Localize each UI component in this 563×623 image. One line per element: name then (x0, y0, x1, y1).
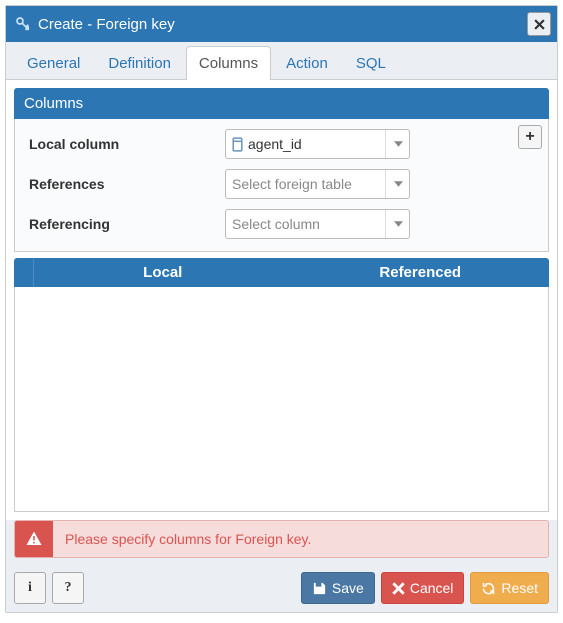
tabbar: General Definition Columns Action SQL (6, 42, 557, 80)
tab-columns[interactable]: Columns (186, 46, 271, 80)
save-icon (312, 581, 327, 596)
tab-action[interactable]: Action (273, 46, 341, 80)
foreign-key-icon (14, 15, 32, 33)
row-local-column: Local column agent_id (25, 129, 538, 159)
column-icon (232, 137, 243, 152)
reset-button[interactable]: Reset (470, 572, 549, 604)
columns-table-body (14, 287, 549, 512)
dialog-title: Create - Foreign key (38, 16, 527, 33)
error-message: Please specify columns for Foreign key. (53, 521, 323, 557)
label-referencing: Referencing (25, 216, 225, 232)
col-header-local: Local (34, 258, 292, 287)
help-button[interactable]: ? (52, 572, 84, 604)
error-alert: Please specify columns for Foreign key. (14, 520, 549, 558)
select-local-column[interactable]: agent_id (225, 129, 410, 159)
save-label: Save (332, 580, 364, 596)
chevron-down-icon (385, 210, 403, 238)
reset-label: Reset (501, 580, 538, 596)
reset-icon (481, 581, 496, 596)
dialog-window: Create - Foreign key General Definition … (5, 5, 558, 613)
tab-sql[interactable]: SQL (343, 46, 399, 80)
titlebar: Create - Foreign key (6, 6, 557, 42)
cancel-label: Cancel (410, 580, 454, 596)
select-references-placeholder: Select foreign table (232, 176, 381, 192)
dialog-footer: i ? Save Cancel Reset (6, 564, 557, 612)
chevron-down-icon (385, 170, 403, 198)
section-header: Columns (14, 88, 549, 119)
tab-general[interactable]: General (14, 46, 93, 80)
select-referencing[interactable]: Select column (225, 209, 410, 239)
tab-definition[interactable]: Definition (95, 46, 184, 80)
save-button[interactable]: Save (301, 572, 375, 604)
row-referencing: Referencing Select column (25, 209, 538, 239)
section-body: + Local column agent_id References Selec… (14, 119, 549, 252)
add-column-button[interactable]: + (518, 125, 542, 149)
label-local-column: Local column (25, 136, 225, 152)
label-references: References (25, 176, 225, 192)
cancel-button[interactable]: Cancel (381, 572, 465, 604)
content-area: Columns + Local column agent_id Referenc… (6, 80, 557, 520)
warning-icon (15, 521, 53, 557)
info-button[interactable]: i (14, 572, 46, 604)
select-referencing-placeholder: Select column (232, 216, 381, 232)
row-references: References Select foreign table (25, 169, 538, 199)
cancel-icon (392, 582, 405, 595)
chevron-down-icon (385, 130, 403, 158)
col-header-referenced: Referenced (292, 258, 550, 287)
columns-table-header: Local Referenced (14, 258, 549, 287)
table-handle-col (14, 258, 34, 287)
select-references[interactable]: Select foreign table (225, 169, 410, 199)
select-local-column-value: agent_id (248, 136, 381, 152)
close-button[interactable] (527, 12, 551, 36)
